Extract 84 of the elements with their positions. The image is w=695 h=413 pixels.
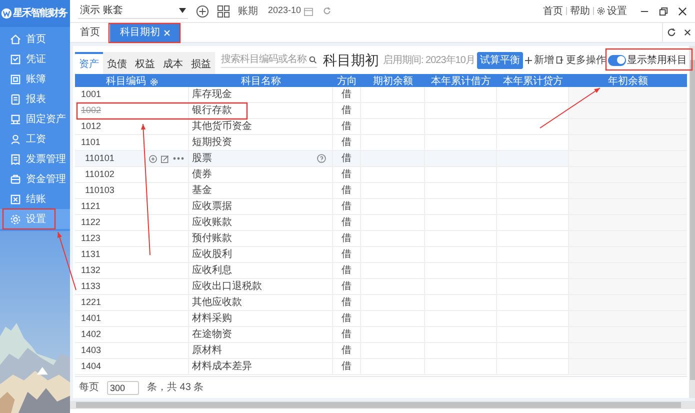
name-cell-text: 库存现金 — [192, 88, 232, 102]
direction-cell-text: 借 — [342, 280, 352, 294]
direction-cell-text: 借 — [342, 232, 352, 246]
column-header: 科目名称 — [240, 74, 282, 89]
add-button[interactable]: 新增 — [524, 52, 554, 68]
category-tab[interactable]: 权益 — [131, 52, 159, 74]
direction-cell-text: 借 — [342, 200, 352, 214]
name-cell-text: 预付账款 — [192, 232, 232, 246]
name-cell-text: 在途物资 — [192, 328, 232, 342]
code-cell-text: 1001 — [80, 88, 102, 101]
direction-cell-text: 借 — [342, 248, 352, 262]
page-tab[interactable]: 首页 — [70, 23, 110, 42]
name-cell-text: 应收出口退税款 — [192, 280, 262, 294]
search-field[interactable]: 搜索科目编码或名称 — [221, 52, 317, 68]
code-cell-text: 110101 — [84, 152, 114, 165]
direction-cell-text: 借 — [342, 344, 352, 358]
code-cell-text: 1002 — [80, 104, 102, 117]
column-header: 本年累计贷方 — [502, 74, 564, 89]
direction-cell-text: 借 — [342, 360, 352, 374]
code-cell-text: 1131 — [80, 248, 100, 261]
category-tab[interactable]: 成本 — [159, 52, 187, 74]
code-cell-text: 1012 — [80, 120, 102, 133]
trial-balance-button[interactable]: 试算平衡 — [476, 52, 523, 68]
toggle-label: 显示禁用科目 — [627, 54, 687, 68]
account-select[interactable]: 演示 账套 — [78, 4, 188, 18]
top-link[interactable]: 首页 — [543, 4, 563, 18]
direction-cell-text: 借 — [342, 152, 352, 166]
name-cell-text: 应收票据 — [192, 200, 232, 214]
direction-cell-text: 借 — [342, 184, 352, 198]
name-cell-text: 其他应收款 — [192, 296, 242, 310]
direction-cell-text: 借 — [342, 88, 352, 102]
per-page-field[interactable]: 300 — [107, 380, 139, 394]
direction-cell-text: 借 — [342, 104, 352, 118]
direction-cell-text: 借 — [342, 120, 352, 134]
code-cell-text: 1221 — [80, 296, 102, 309]
name-cell-text: 应收股利 — [192, 248, 232, 262]
column-header: 期初余额 — [372, 74, 414, 89]
category-tab[interactable]: 负债 — [103, 52, 131, 74]
page-title: 科目期初 — [323, 50, 379, 70]
name-cell-text: 股票 — [192, 152, 212, 166]
code-cell-text: 110102 — [84, 168, 114, 181]
more-actions-button[interactable]: 更多操作 — [556, 52, 606, 68]
name-cell-text: 其他货币资金 — [192, 120, 252, 134]
direction-cell-text: 借 — [342, 168, 352, 182]
direction-cell-text: 借 — [342, 296, 352, 310]
column-header: 方向 — [336, 74, 358, 89]
direction-cell-text: 借 — [342, 136, 352, 150]
code-cell-text: 1133 — [80, 280, 100, 293]
period-field[interactable]: 2023-10 — [266, 4, 316, 18]
period-label: 账期 — [238, 4, 258, 18]
column-header: 本年累计借方 — [430, 74, 492, 89]
direction-cell-text: 借 — [342, 216, 352, 230]
name-cell-text: 基金 — [192, 184, 212, 198]
category-tab[interactable]: 损益 — [187, 52, 215, 74]
code-cell-text: 1123 — [80, 232, 100, 245]
top-link[interactable]: 设置 — [597, 4, 627, 18]
column-header: 年初余额 — [607, 74, 649, 89]
name-cell-text: 材料成本差异 — [192, 360, 252, 374]
direction-cell-text: 借 — [342, 264, 352, 278]
code-cell-text: 1404 — [80, 360, 102, 373]
name-cell-text: 应收利息 — [192, 264, 232, 278]
code-cell-text: 1402 — [80, 328, 102, 341]
code-cell-text: 1401 — [80, 312, 102, 325]
name-cell-text: 银行存款 — [192, 104, 232, 118]
page-tab[interactable]: 科目期初 — [110, 23, 180, 42]
per-page-label: 每页 — [79, 381, 99, 395]
direction-cell-text: 借 — [342, 328, 352, 342]
name-cell-text: 材料采购 — [192, 312, 232, 326]
code-cell-text: 1122 — [80, 216, 100, 229]
name-cell-text: 应收账款 — [192, 216, 232, 230]
code-cell-text: 1101 — [80, 136, 100, 149]
period-info: 启用期间: 2023年10月 — [383, 54, 475, 68]
name-cell-text: 债券 — [192, 168, 212, 182]
name-cell-text: 原材料 — [192, 344, 222, 358]
column-header: 科目编码 — [75, 74, 189, 89]
direction-cell-text: 借 — [342, 312, 352, 326]
name-cell-text: 短期投资 — [192, 136, 232, 150]
app-logo-text: 星禾智能财务 — [13, 8, 67, 18]
top-link[interactable]: 帮助 — [570, 4, 590, 18]
code-cell-text: 1132 — [80, 264, 100, 277]
code-cell-text: 1121 — [80, 200, 100, 213]
code-cell-text: 1403 — [80, 344, 102, 357]
total-count: 条，共 43 条 — [147, 380, 204, 395]
code-cell-text: 110103 — [84, 184, 114, 197]
